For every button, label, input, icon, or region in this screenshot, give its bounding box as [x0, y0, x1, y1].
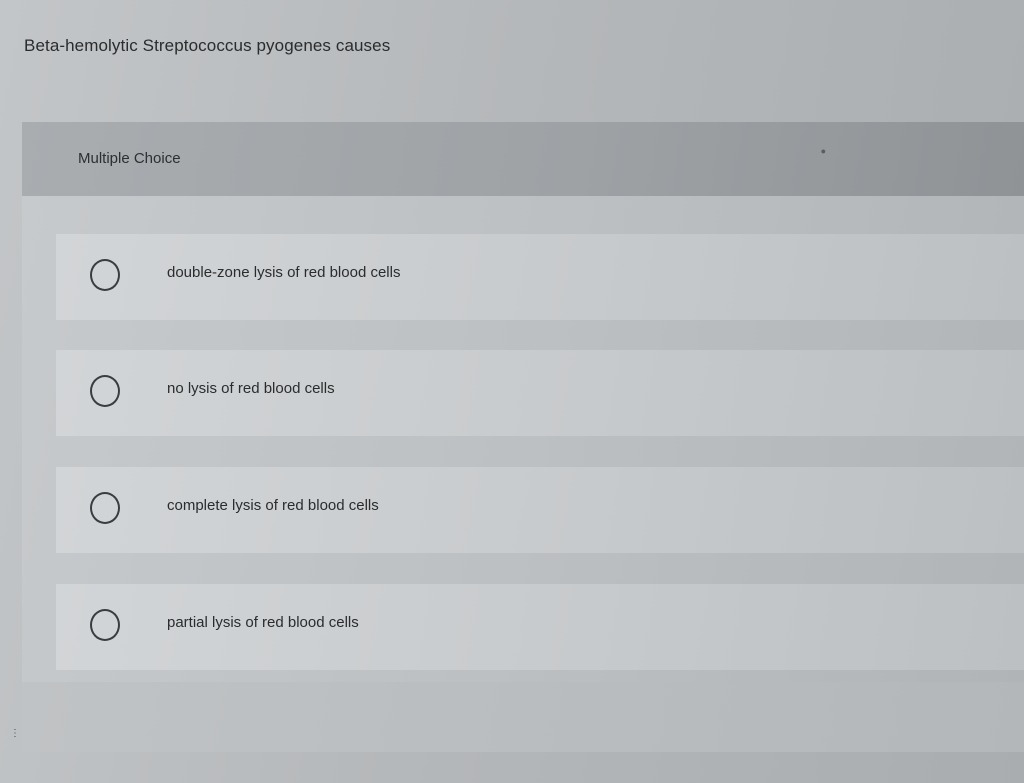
- radio-unselected-icon[interactable]: [90, 609, 120, 641]
- answer-option-label: partial lysis of red blood cells: [167, 614, 359, 631]
- question-text: Beta-hemolytic Streptococcus pyogenes ca…: [24, 36, 391, 55]
- answer-option-2[interactable]: no lysis of red blood cells: [56, 350, 1024, 436]
- side-handle-icon: ⋮: [10, 728, 20, 739]
- radio-unselected-icon[interactable]: [90, 375, 120, 407]
- radio-unselected-icon[interactable]: [90, 492, 120, 524]
- quiz-screen: Beta-hemolytic Streptococcus pyogenes ca…: [0, 0, 1024, 783]
- card-footer-band: [22, 682, 1024, 752]
- radio-unselected-icon[interactable]: [90, 259, 120, 291]
- answer-option-label: double-zone lysis of red blood cells: [167, 264, 401, 281]
- card-header: Multiple Choice ●: [22, 122, 1024, 196]
- question-card: Multiple Choice ● double-zone lysis of r…: [22, 122, 1024, 752]
- header-mark-icon: ●: [820, 146, 826, 156]
- question-type-label: Multiple Choice: [78, 150, 181, 167]
- answer-option-1[interactable]: double-zone lysis of red blood cells: [56, 234, 1024, 320]
- answer-option-3[interactable]: complete lysis of red blood cells: [56, 467, 1024, 553]
- answer-option-4[interactable]: partial lysis of red blood cells: [56, 584, 1024, 670]
- answer-option-label: no lysis of red blood cells: [167, 380, 335, 397]
- answer-option-label: complete lysis of red blood cells: [167, 497, 379, 514]
